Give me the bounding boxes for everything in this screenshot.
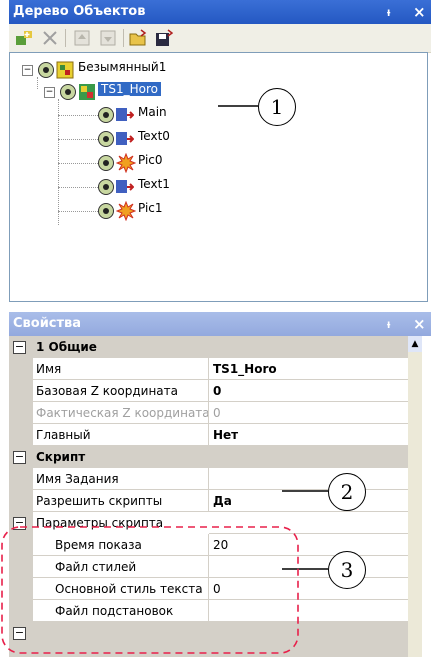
collapse-toggle[interactable]: − bbox=[13, 517, 26, 530]
scroll-up-arrow-icon[interactable]: ▲ bbox=[408, 336, 422, 352]
tree-toolbar bbox=[9, 24, 431, 53]
property-value[interactable]: Да bbox=[209, 490, 417, 512]
toolbar-separator bbox=[65, 29, 66, 47]
property-name: Основной стиль текста bbox=[33, 578, 209, 600]
property-name: Время показа bbox=[33, 534, 209, 556]
visibility-eye-icon[interactable] bbox=[38, 62, 54, 78]
tree-line bbox=[58, 115, 98, 116]
text-object-icon bbox=[116, 132, 134, 145]
close-icon[interactable]: × bbox=[413, 0, 426, 24]
category-row[interactable]: − bbox=[9, 622, 417, 657]
tree-node-item[interactable]: Pic0 bbox=[138, 153, 163, 167]
delete-icon[interactable] bbox=[41, 29, 59, 47]
property-name: Имя Задания bbox=[33, 468, 209, 490]
collapse-toggle[interactable]: − bbox=[44, 87, 55, 98]
add-object-icon[interactable] bbox=[15, 29, 33, 47]
close-icon[interactable]: × bbox=[413, 312, 426, 336]
property-name: Главный bbox=[33, 424, 209, 446]
category-row[interactable]: − Скрипт bbox=[9, 446, 417, 468]
object-tree-panel: Дерево Объектов ᵼ × − Безымянный1 − TS1_… bbox=[9, 0, 431, 302]
property-row: Фактическая Z координата 0 bbox=[9, 402, 417, 424]
property-name: Имя bbox=[33, 358, 209, 380]
visibility-eye-icon[interactable] bbox=[98, 179, 114, 195]
callout-3: 3 bbox=[328, 551, 366, 589]
property-value[interactable]: 20 bbox=[209, 534, 417, 556]
tree-line bbox=[58, 163, 98, 164]
property-value: 0 bbox=[209, 402, 417, 424]
collapse-toggle[interactable]: − bbox=[22, 65, 33, 76]
property-value[interactable]: 0 bbox=[209, 380, 417, 402]
property-value[interactable]: Нет bbox=[209, 424, 417, 446]
property-value[interactable] bbox=[209, 600, 417, 622]
picture-object-icon bbox=[116, 201, 136, 221]
visibility-eye-icon[interactable] bbox=[98, 131, 114, 147]
toolbar-separator bbox=[123, 29, 124, 47]
tree-node-item[interactable]: Pic1 bbox=[138, 201, 163, 215]
tree-line bbox=[58, 139, 98, 140]
text-object-icon bbox=[116, 180, 134, 193]
visibility-eye-icon[interactable] bbox=[98, 155, 114, 171]
tree-node-root[interactable]: Безымянный1 bbox=[78, 60, 166, 74]
category-label: Скрипт bbox=[36, 450, 86, 464]
property-name: Базовая Z координата bbox=[33, 380, 209, 402]
visibility-eye-icon[interactable] bbox=[98, 107, 114, 123]
property-row[interactable]: Файл подстановок bbox=[9, 600, 417, 622]
tree-node-item[interactable]: Text0 bbox=[138, 129, 170, 143]
collapse-toggle[interactable]: − bbox=[13, 451, 26, 464]
property-value[interactable]: TS1_Horo bbox=[209, 358, 417, 380]
callout-1: 1 bbox=[258, 88, 296, 126]
text-object-icon bbox=[116, 108, 134, 121]
pin-icon[interactable]: ᵼ bbox=[387, 312, 390, 336]
subgroup-value bbox=[209, 512, 417, 534]
scene-icon bbox=[56, 61, 74, 79]
tree-node-selected[interactable]: TS1_Horo bbox=[98, 82, 161, 96]
tree-node-item[interactable]: Text1 bbox=[138, 177, 170, 191]
callout-2: 2 bbox=[328, 473, 366, 511]
tree-line bbox=[58, 99, 59, 225]
property-name: Файл стилей bbox=[33, 556, 209, 578]
visibility-eye-icon[interactable] bbox=[98, 203, 114, 219]
subgroup-label: Параметры скрипта bbox=[36, 516, 164, 530]
tree-line bbox=[37, 77, 38, 89]
picture-object-icon bbox=[116, 153, 136, 173]
property-name: Файл подстановок bbox=[33, 600, 209, 622]
subgroup-row[interactable]: − Параметры скрипта bbox=[9, 512, 417, 534]
property-name: Разрешить скрипты bbox=[33, 490, 209, 512]
properties-title: Свойства bbox=[13, 316, 82, 331]
pin-icon[interactable]: ᵼ bbox=[387, 0, 390, 24]
properties-titlebar: Свойства ᵼ × bbox=[9, 312, 431, 336]
move-down-icon[interactable] bbox=[99, 29, 117, 47]
tree-line bbox=[58, 187, 98, 188]
object-tree[interactable]: − Безымянный1 − TS1_Horo Main Text0 Pic0… bbox=[9, 52, 428, 302]
category-label: 1 Общие bbox=[36, 340, 97, 354]
move-up-icon[interactable] bbox=[73, 29, 91, 47]
property-value[interactable] bbox=[209, 468, 417, 490]
vertical-scrollbar[interactable]: ▲ bbox=[408, 336, 422, 657]
visibility-eye-icon[interactable] bbox=[60, 84, 76, 100]
property-value[interactable]: 0 bbox=[209, 578, 417, 600]
property-name: Фактическая Z координата bbox=[33, 402, 209, 424]
object-tree-title: Дерево Объектов bbox=[13, 4, 146, 19]
object-tree-titlebar: Дерево Объектов ᵼ × bbox=[9, 0, 431, 24]
collapse-toggle[interactable]: − bbox=[13, 627, 26, 640]
property-value[interactable] bbox=[209, 556, 417, 578]
category-row[interactable]: − 1 Общие bbox=[9, 336, 417, 358]
property-row[interactable]: Главный Нет bbox=[9, 424, 417, 446]
collapse-toggle[interactable]: − bbox=[13, 341, 26, 354]
template-icon bbox=[79, 84, 95, 100]
tree-line bbox=[58, 211, 98, 212]
open-icon[interactable] bbox=[129, 29, 147, 47]
property-row[interactable]: Базовая Z координата 0 bbox=[9, 380, 417, 402]
tree-node-item[interactable]: Main bbox=[138, 105, 167, 119]
save-icon[interactable] bbox=[155, 29, 173, 47]
property-row[interactable]: Имя TS1_Horo bbox=[9, 358, 417, 380]
